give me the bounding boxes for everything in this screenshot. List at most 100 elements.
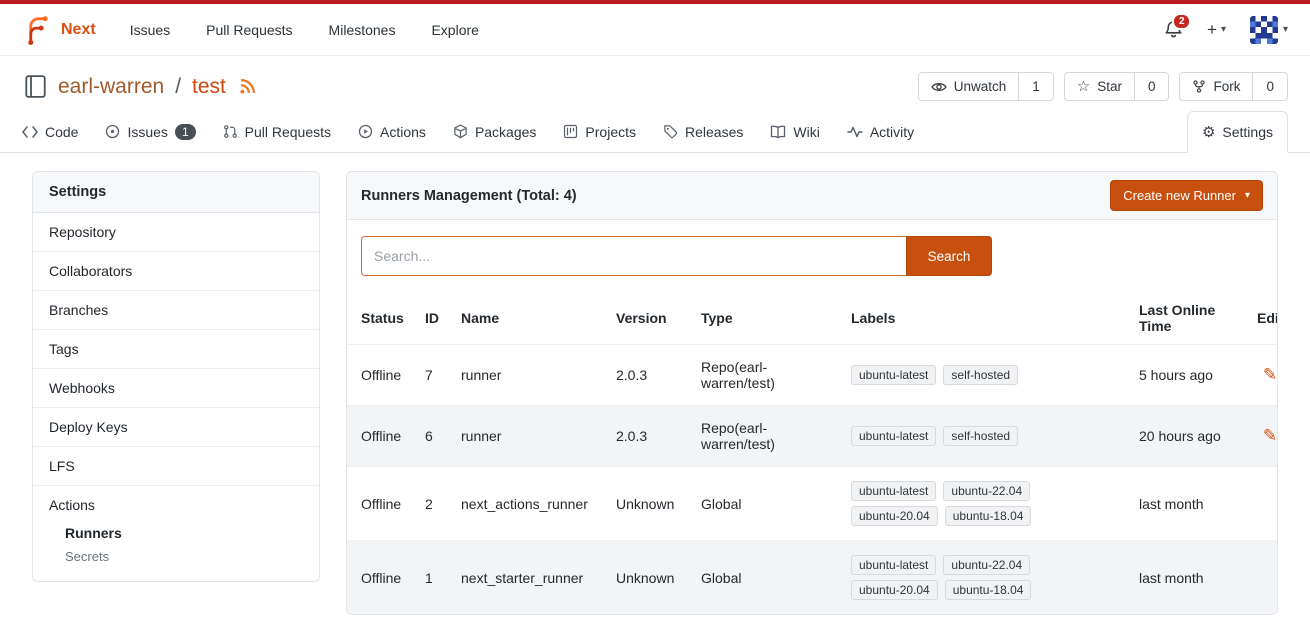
repo-tabs: Code Issues 1 Pull Requests Actions Pack…: [0, 111, 1310, 153]
user-menu-button[interactable]: ▾: [1250, 16, 1288, 44]
sidebar-title: Settings: [33, 172, 319, 213]
runner-id: 2: [417, 467, 453, 541]
star-button[interactable]: ☆ Star: [1064, 72, 1135, 101]
unwatch-button[interactable]: Unwatch: [918, 72, 1020, 101]
sidebar-item-actions[interactable]: Actions Runners Secrets: [33, 486, 319, 581]
runner-name: next_starter_runner: [453, 541, 608, 615]
runners-panel: Runners Management (Total: 4) Create new…: [346, 171, 1278, 615]
create-new-runner-button[interactable]: Create new Runner ▾: [1110, 180, 1263, 211]
fork-group: Fork 0: [1179, 72, 1288, 101]
forks-count[interactable]: 0: [1253, 72, 1288, 101]
table-row: Offline 7 runner 2.0.3 Repo(earl-warren/…: [347, 345, 1278, 406]
top-navbar: Next Issues Pull Requests Milestones Exp…: [0, 4, 1310, 56]
sidebar-item-webhooks[interactable]: Webhooks: [33, 369, 319, 408]
repo-name-link[interactable]: test: [192, 75, 226, 99]
rss-feed-icon[interactable]: [239, 78, 256, 95]
runner-status: Offline: [347, 406, 417, 467]
navbar-links: Issues Pull Requests Milestones Explore: [130, 22, 479, 38]
tab-pull-requests[interactable]: Pull Requests: [223, 111, 331, 152]
label-chip: self-hosted: [943, 365, 1018, 385]
col-header-id: ID: [417, 292, 453, 345]
notifications-button[interactable]: 2: [1164, 20, 1183, 39]
tab-settings[interactable]: ⚙ Settings: [1187, 111, 1288, 153]
star-group: ☆ Star 0: [1064, 72, 1170, 101]
runner-status: Offline: [347, 345, 417, 406]
fork-icon: [1192, 79, 1206, 94]
col-header-last-online: Last Online Time: [1131, 292, 1249, 345]
fork-button[interactable]: Fork: [1179, 72, 1253, 101]
repo-header: earl-warren / test Unwatch 1 ☆: [0, 56, 1310, 111]
stars-count[interactable]: 0: [1135, 72, 1170, 101]
tab-projects[interactable]: Projects: [563, 111, 636, 152]
label-chip: ubuntu-latest: [851, 365, 936, 385]
runners-search-form: Search: [361, 236, 1263, 276]
sidebar-item-lfs[interactable]: LFS: [33, 447, 319, 486]
runner-version: 2.0.3: [608, 406, 693, 467]
sidebar-item-repository[interactable]: Repository: [33, 213, 319, 252]
table-header-row: Status ID Name Version Type Labels Last …: [347, 292, 1278, 345]
col-header-type: Type: [693, 292, 843, 345]
book-icon: [770, 125, 786, 139]
runner-last-online: last month: [1131, 541, 1249, 615]
issue-icon: [105, 124, 120, 139]
nav-item-explore[interactable]: Explore: [431, 22, 478, 38]
label-chip: ubuntu-20.04: [851, 506, 938, 526]
tab-releases[interactable]: Releases: [663, 111, 743, 152]
nav-item-milestones[interactable]: Milestones: [329, 22, 396, 38]
chevron-down-icon: ▾: [1283, 24, 1288, 35]
sidebar-subitem-runners[interactable]: Runners: [65, 521, 303, 545]
runners-panel-title: Runners Management (Total: 4): [361, 188, 577, 204]
tab-issues[interactable]: Issues 1: [105, 111, 195, 152]
watch-group: Unwatch 1: [918, 72, 1054, 101]
nav-item-pull-requests[interactable]: Pull Requests: [206, 22, 292, 38]
tab-actions[interactable]: Actions: [358, 111, 426, 152]
col-header-name: Name: [453, 292, 608, 345]
repo-owner-link[interactable]: earl-warren: [58, 75, 164, 99]
runner-id: 7: [417, 345, 453, 406]
repo-separator: /: [175, 75, 181, 99]
plus-icon: +: [1207, 20, 1217, 40]
brand-name[interactable]: Next: [61, 21, 96, 39]
repo-book-icon: [22, 73, 49, 100]
edit-runner-button[interactable]: ✎: [1263, 426, 1277, 446]
runner-version: Unknown: [608, 541, 693, 615]
tag-icon: [663, 124, 678, 139]
runner-type: Repo(earl-warren/test): [693, 406, 843, 467]
nav-item-issues[interactable]: Issues: [130, 22, 170, 38]
runner-type: Repo(earl-warren/test): [693, 345, 843, 406]
label-chip: ubuntu-latest: [851, 555, 936, 575]
runners-panel-header: Runners Management (Total: 4) Create new…: [347, 172, 1277, 220]
search-input[interactable]: [361, 236, 906, 276]
runner-version: Unknown: [608, 467, 693, 541]
create-new-menu-button[interactable]: + ▾: [1207, 20, 1226, 40]
project-board-icon: [563, 124, 578, 139]
col-header-status: Status: [347, 292, 417, 345]
sidebar-item-tags[interactable]: Tags: [33, 330, 319, 369]
pull-request-icon: [223, 124, 238, 139]
col-header-edit: Edit: [1249, 292, 1278, 345]
pulse-icon: [847, 125, 863, 139]
settings-content: Settings Repository Collaborators Branch…: [0, 153, 1310, 615]
search-button[interactable]: Search: [906, 236, 992, 276]
sidebar-subitem-secrets[interactable]: Secrets: [65, 545, 303, 568]
sidebar-item-deploy-keys[interactable]: Deploy Keys: [33, 408, 319, 447]
play-circle-icon: [358, 124, 373, 139]
forgejo-logo-icon[interactable]: [22, 15, 52, 45]
repo-actions: Unwatch 1 ☆ Star 0 Fork 0: [918, 72, 1288, 101]
runner-id: 6: [417, 406, 453, 467]
watchers-count[interactable]: 1: [1019, 72, 1054, 101]
runner-last-online: last month: [1131, 467, 1249, 541]
table-row: Offline 2 next_actions_runner Unknown Gl…: [347, 467, 1278, 541]
tab-wiki[interactable]: Wiki: [770, 111, 819, 152]
edit-runner-button[interactable]: ✎: [1263, 365, 1277, 385]
sidebar-item-collaborators[interactable]: Collaborators: [33, 252, 319, 291]
runner-status: Offline: [347, 467, 417, 541]
label-chip: ubuntu-latest: [851, 426, 936, 446]
package-icon: [453, 124, 468, 139]
tab-activity[interactable]: Activity: [847, 111, 914, 152]
tab-code[interactable]: Code: [22, 111, 78, 152]
tab-packages[interactable]: Packages: [453, 111, 536, 152]
issues-count-badge: 1: [175, 124, 196, 140]
sidebar-item-branches[interactable]: Branches: [33, 291, 319, 330]
settings-sidebar: Settings Repository Collaborators Branch…: [32, 171, 320, 582]
